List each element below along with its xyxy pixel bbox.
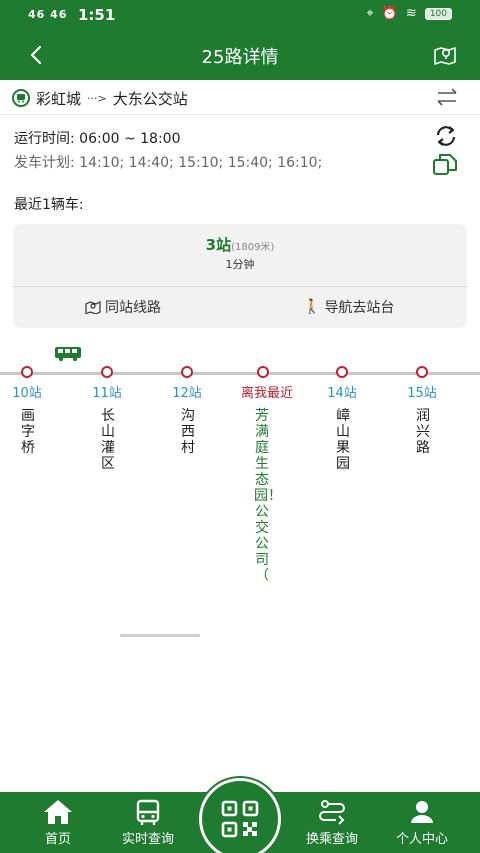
alarm-icon: ⏰ [381,6,398,21]
tab-home[interactable]: 首页 [20,792,96,853]
walk-icon: 🚶 [303,299,321,315]
distance: (1809米) [231,242,275,253]
route-icon [319,800,345,825]
stop-item[interactable]: 10站 画字桥 [0,366,67,566]
stations-away: 3站(1809米) [13,234,467,255]
stop-item-nearest[interactable]: 离我最近 芳满庭生态园！公交公司（ [223,366,311,584]
user-icon [411,801,433,823]
route-origin: 彩虹城 [36,89,82,108]
bus-icon [12,89,30,107]
recent-bus-label: 最近1辆车: [14,197,84,213]
stop-name: 画字桥 [21,408,35,456]
copy-icon[interactable] [432,152,458,176]
stop-dot [257,366,269,378]
route-arrow: ···> [87,91,107,105]
arrival-card: 3站(1809米) 1分钟 同站线路 🚶 导航去站台 [13,224,467,328]
refresh-icon[interactable] [434,124,458,148]
departure-plan: 发车计划: 14:10; 14:40; 15:10; 15:40; 16:10; [14,155,323,171]
status-bar: 46 46 1:51 ⌖ ⏰ ≋ 100 [0,0,480,30]
stop-dot [336,366,348,378]
stop-name: 长山灌区 [101,408,115,472]
signal-indicator: 46 46 [28,8,68,21]
wifi-icon: ≋ [405,6,417,21]
status-time: 1:51 [78,6,116,24]
stop-item[interactable]: 14站 嶂山果园 [302,366,382,566]
status-icons: ⌖ ⏰ ≋ 100 [366,6,452,21]
route-direction: 彩虹城 ···> 大东公交站 [12,86,188,110]
arrival-info: 3站(1809米) 1分钟 [13,224,467,286]
navigate-button[interactable]: 🚶 导航去站台 [303,286,394,328]
tab-transfer-label: 换乘查询 [305,832,358,847]
bus-position-icon [55,347,81,362]
swap-direction-icon[interactable] [436,88,458,106]
stop-name: 润兴路 [416,408,430,456]
map-icon [85,301,101,314]
divider [0,114,480,115]
eta-minutes: 1分钟 [225,258,255,271]
tab-transfer[interactable]: 换乘查询 [292,792,372,853]
tab-profile-label: 个人中心 [395,832,448,847]
navigate-label: 导航去站台 [324,300,395,316]
stop-number: 离我最近 [240,386,293,401]
stop-item[interactable]: 15站 润兴路 [382,366,462,566]
stop-name: 芳满庭生态园！公交公司（ [254,408,282,584]
stop-number: 12站 [172,386,202,401]
horizontal-scrollbar[interactable] [120,634,200,637]
stop-dot [101,366,113,378]
stop-item[interactable]: 12站 沟西村 [147,366,227,566]
tab-realtime[interactable]: 实时查询 [106,792,190,853]
qr-code-icon [221,800,259,838]
stop-dot [21,366,33,378]
route-destination: 大东公交站 [112,89,188,108]
tab-profile[interactable]: 个人中心 [384,792,460,853]
stop-number: 15站 [407,386,437,401]
card-divider [13,286,467,287]
stop-item[interactable]: 11站 长山灌区 [67,366,147,566]
home-icon [44,800,72,824]
location-icon: ⌖ [366,6,374,21]
tab-home-label: 首页 [44,832,71,847]
stop-number: 10站 [12,386,42,401]
stop-number: 14站 [327,386,357,401]
app-header: 25路详情 [0,30,480,80]
stop-dot [181,366,193,378]
battery-indicator: 100 [424,7,452,20]
same-station-lines-button[interactable]: 同站线路 [85,286,161,328]
run-time: 运行时间: 06:00 ~ 18:00 [14,131,181,147]
same-station-label: 同站线路 [105,300,161,316]
qr-code-button[interactable] [199,778,281,853]
stop-name: 嶂山果园 [336,408,350,472]
page-title: 25路详情 [201,47,279,68]
tab-realtime-label: 实时查询 [121,832,174,847]
stop-number: 11站 [92,386,122,401]
stop-dot [416,366,428,378]
bus-icon [136,799,160,825]
stop-name: 沟西村 [181,408,195,456]
map-pin-icon[interactable] [432,42,458,68]
stations-count: 3站 [205,236,232,254]
